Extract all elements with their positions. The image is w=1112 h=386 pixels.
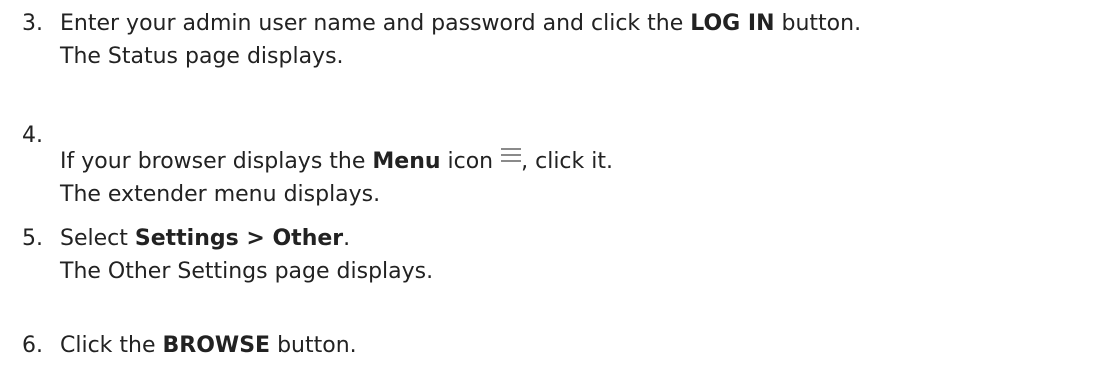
bold-term: LOG IN xyxy=(690,11,775,36)
step-instruction: Click the BROWSE button. xyxy=(60,333,357,358)
bold-term: Menu xyxy=(372,149,441,174)
step-body: If your browser displays the Menu icon, … xyxy=(60,145,613,211)
instruction-steps: 3. Enter your admin user name and passwo… xyxy=(0,0,1112,386)
step-number: 5. xyxy=(22,226,43,251)
step-result: The Other Settings page displays. xyxy=(60,259,434,284)
step-body: Click the BROWSE button. xyxy=(60,329,357,362)
step-number: 4. xyxy=(22,123,43,148)
menu-icon xyxy=(501,148,522,162)
step-instruction: If your browser displays the Menu icon, … xyxy=(60,148,613,174)
bold-term: BROWSE xyxy=(162,333,271,358)
step-instruction: Enter your admin user name and password … xyxy=(60,11,862,36)
step-result: The extender menu displays. xyxy=(60,182,381,207)
bold-term: Settings > Other xyxy=(134,226,344,251)
step-number: 6. xyxy=(22,333,43,358)
step-body: Enter your admin user name and password … xyxy=(60,7,861,73)
step-result: The Status page displays. xyxy=(60,44,344,69)
step-instruction: Select Settings > Other. xyxy=(60,226,351,251)
step-body: Select Settings > Other. The Other Setti… xyxy=(60,222,433,288)
step-number: 3. xyxy=(22,11,43,36)
